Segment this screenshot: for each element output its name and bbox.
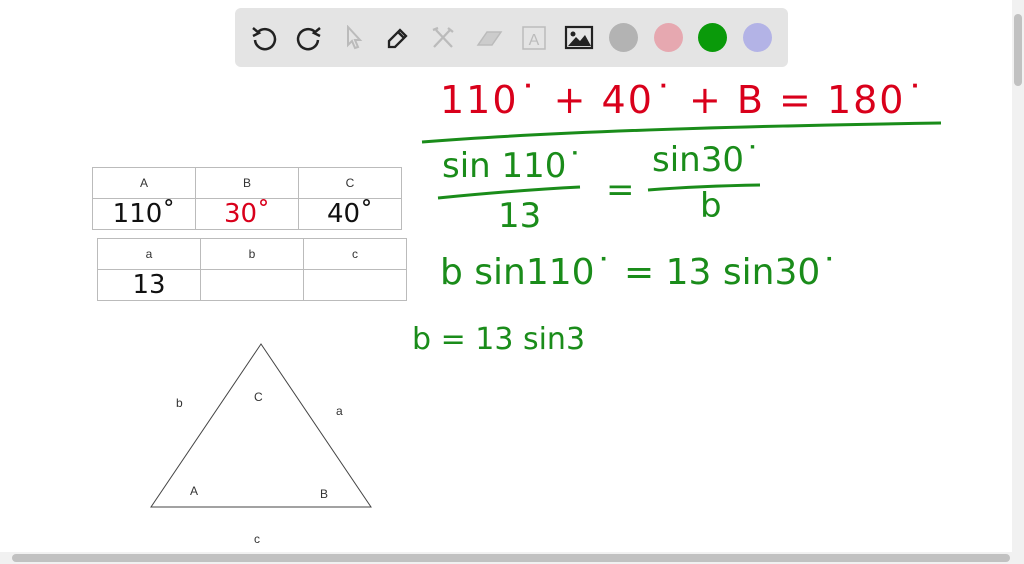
solve-for-b-equation: b = 13 sin3 — [412, 322, 586, 357]
fraction-1-denominator: 13 — [498, 196, 542, 236]
equals-sign: = — [606, 170, 635, 210]
horizontal-scrollbar[interactable] — [0, 552, 1024, 564]
fraction-2-denominator: b — [700, 186, 722, 226]
fraction-2-numerator: sin30˙ — [652, 140, 761, 180]
vertical-scroll-thumb[interactable] — [1014, 14, 1022, 86]
horizontal-scroll-thumb[interactable] — [12, 554, 1010, 562]
cross-multiplied-equation: b sin110˙ = 13 sin30˙ — [440, 252, 839, 293]
fraction-1-numerator: sin 110˙ — [442, 146, 584, 186]
vertical-scrollbar[interactable] — [1012, 0, 1024, 552]
